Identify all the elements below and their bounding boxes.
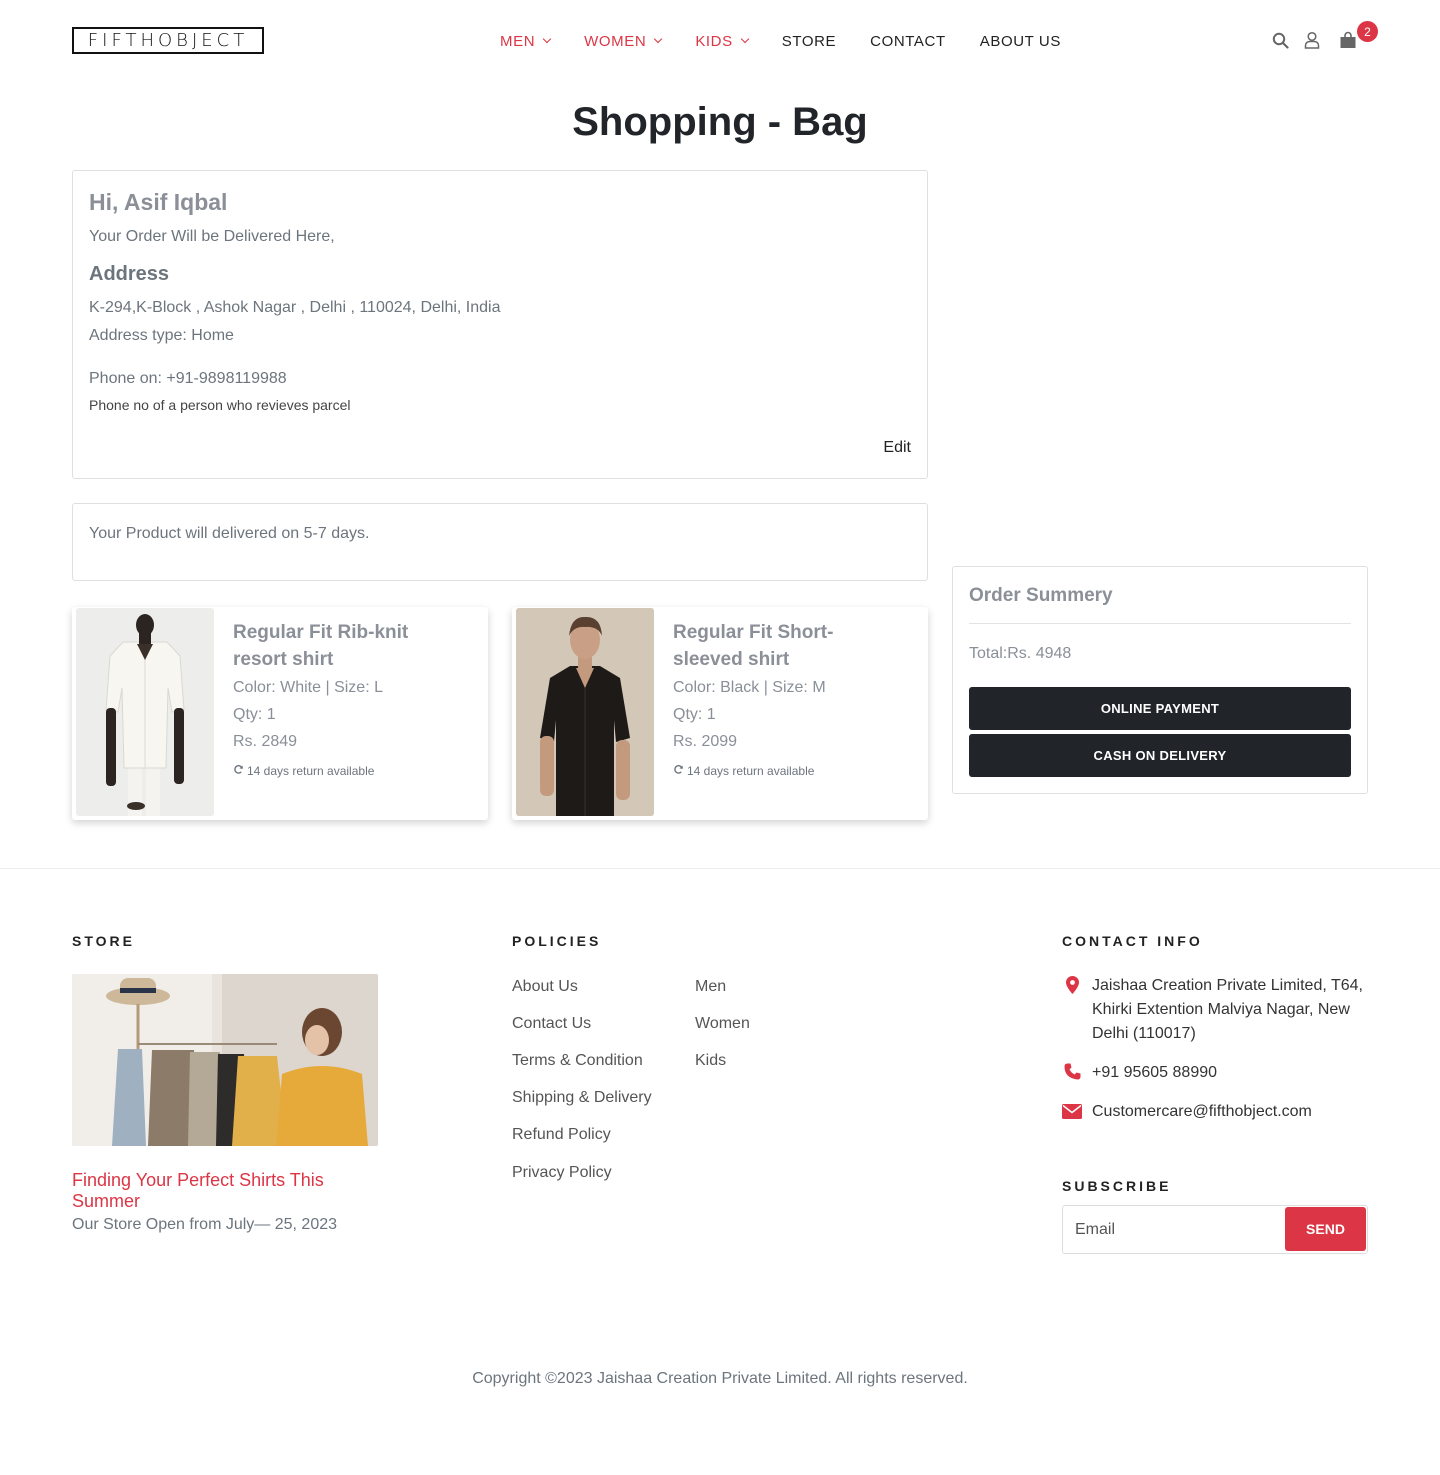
address-text: K-294,K-Block , Ashok Nagar , Delhi , 11…	[89, 299, 501, 316]
delivery-estimate-text: Your Product will delivered on 5-7 days.	[89, 525, 370, 542]
footer-link-women[interactable]: Women	[695, 1015, 750, 1033]
subscribe-form: SEND	[1062, 1205, 1368, 1254]
nav-item-label: STORE	[781, 32, 837, 50]
delivery-estimate-card: Your Product will delivered on 5-7 days.	[72, 503, 928, 581]
footer-subscribe-heading: SUBSCRIBE	[1062, 1178, 1172, 1194]
footer-policies-heading: POLICIES	[512, 933, 602, 949]
return-text: 14 days return available	[247, 764, 375, 778]
chevron-down-icon	[542, 34, 552, 44]
order-summary-title: Order Summery	[969, 585, 1113, 606]
product-color-size: Color: White | Size: L	[233, 679, 383, 696]
address-heading: Address	[89, 263, 170, 285]
nav-item-label: KIDS	[695, 32, 733, 50]
chevron-down-icon	[740, 34, 749, 44]
product-title[interactable]: Regular Fit Short-sleeved shirt	[673, 619, 903, 673]
copyright-text: Copyright ©2023 Jaishaa Creation Private…	[472, 1370, 968, 1387]
delivery-intro: Your Order Will be Delivered Here,	[89, 228, 335, 245]
nav-item-label: ABOUT US	[979, 32, 1061, 50]
contact-phone[interactable]: +91 95605 88990	[1062, 1061, 1217, 1085]
subscribe-email-input[interactable]	[1063, 1206, 1285, 1253]
footer-contact-heading: CONTACT INFO	[1062, 933, 1203, 949]
return-info: 14 days return available	[673, 764, 814, 778]
footer-divider	[0, 868, 1440, 869]
nav-item-kids[interactable]: KIDS	[695, 32, 749, 50]
subscribe-send-button[interactable]: SEND	[1285, 1207, 1366, 1251]
divider	[969, 623, 1351, 624]
product-title[interactable]: Regular Fit Rib-knit resort shirt	[233, 619, 463, 673]
contact-email[interactable]: Customercare@fifthobject.com	[1062, 1100, 1312, 1124]
nav-item-about-us[interactable]: ABOUT US	[980, 33, 1061, 50]
envelope-icon	[1062, 1100, 1082, 1119]
phone-number: Phone on: +91-9898119988	[89, 370, 287, 387]
footer-link-refund[interactable]: Refund Policy	[512, 1126, 611, 1144]
address-line: Delhi (110017)	[1092, 1025, 1196, 1042]
footer-store-heading: STORE	[72, 933, 135, 949]
product-color-size: Color: Black | Size: M	[673, 679, 826, 696]
footer-link-kids[interactable]: Kids	[695, 1052, 726, 1070]
contact-phone-text: +91 95605 88990	[1092, 1064, 1218, 1081]
cash-on-delivery-button[interactable]: CASH ON DELIVERY	[969, 734, 1351, 777]
main-nav: MEN WOMEN KIDS STORE CONTACT ABOUT US	[500, 30, 1095, 52]
nav-item-store[interactable]: STORE	[782, 33, 836, 50]
footer-link-about-us[interactable]: About Us	[512, 978, 578, 996]
header-actions	[1270, 30, 1358, 50]
product-image[interactable]	[76, 608, 214, 816]
address-line: Jaishaa Creation Private Limited, T64,	[1092, 977, 1363, 994]
footer-link-shipping[interactable]: Shipping & Delivery	[512, 1089, 652, 1107]
store-article-link[interactable]: Finding Your Perfect Shirts This Summer	[72, 1170, 372, 1212]
product-qty: Qty: 1	[673, 706, 716, 723]
phone-icon	[1062, 1061, 1082, 1080]
cart-count-badge: 2	[1357, 21, 1378, 42]
phone-note: Phone no of a person who revieves parcel	[89, 397, 351, 413]
map-pin-icon	[1062, 974, 1082, 994]
delivery-address-card: Hi, Asif Iqbal Your Order Will be Delive…	[72, 170, 928, 479]
nav-item-women[interactable]: WOMEN	[584, 32, 663, 50]
order-summary-card: Order Summery Total:Rs. 4948 ONLINE PAYM…	[952, 566, 1368, 794]
product-card[interactable]: Regular Fit Rib-knit resort shirt Color:…	[72, 607, 488, 820]
nav-item-label: MEN	[500, 32, 536, 50]
nav-item-men[interactable]: MEN	[500, 32, 552, 50]
site-header: FIFTHOBJECT MEN WOMEN KIDS STORE CONTACT…	[0, 0, 1440, 82]
address-line: Khirki Extention Malviya Nagar, New	[1092, 1001, 1350, 1018]
product-image[interactable]	[516, 608, 654, 816]
shopping-bag-icon[interactable]	[1338, 30, 1358, 50]
product-price: Rs. 2849	[233, 733, 298, 750]
product-price: Rs. 2099	[673, 733, 738, 750]
online-payment-button[interactable]: ONLINE PAYMENT	[969, 687, 1351, 730]
address-type: Address type: Home	[89, 327, 234, 344]
contact-address: Jaishaa Creation Private Limited, T64, K…	[1062, 974, 1363, 1046]
refresh-icon	[673, 764, 684, 778]
footer-link-men[interactable]: Men	[695, 978, 726, 996]
nav-item-contact[interactable]: CONTACT	[870, 33, 946, 50]
edit-address-link[interactable]: Edit	[883, 439, 911, 457]
page-title: Shopping - Bag	[572, 100, 868, 144]
return-text: 14 days return available	[687, 764, 815, 778]
footer-link-terms[interactable]: Terms & Condition	[512, 1052, 643, 1070]
contact-email-text: Customercare@fifthobject.com	[1092, 1103, 1312, 1120]
nav-item-label: CONTACT	[870, 32, 946, 50]
contact-address-text: Jaishaa Creation Private Limited, T64, K…	[1092, 974, 1363, 1046]
footer-link-contact-us[interactable]: Contact Us	[512, 1015, 591, 1033]
user-icon[interactable]	[1302, 30, 1322, 50]
store-open-date: Our Store Open from July— 25, 2023	[72, 1216, 338, 1233]
store-image[interactable]	[72, 974, 378, 1146]
greeting: Hi, Asif Iqbal	[89, 189, 228, 215]
order-total: Total:Rs. 4948	[969, 645, 1072, 662]
product-qty: Qty: 1	[233, 706, 276, 723]
brand-logo[interactable]: FIFTHOBJECT	[72, 27, 264, 54]
product-card[interactable]: Regular Fit Short-sleeved shirt Color: B…	[512, 607, 928, 820]
refresh-icon	[233, 764, 244, 778]
chevron-down-icon	[654, 34, 663, 44]
nav-item-label: WOMEN	[584, 32, 647, 50]
return-info: 14 days return available	[233, 764, 374, 778]
footer-link-privacy[interactable]: Privacy Policy	[512, 1164, 612, 1182]
search-icon[interactable]	[1270, 30, 1290, 50]
